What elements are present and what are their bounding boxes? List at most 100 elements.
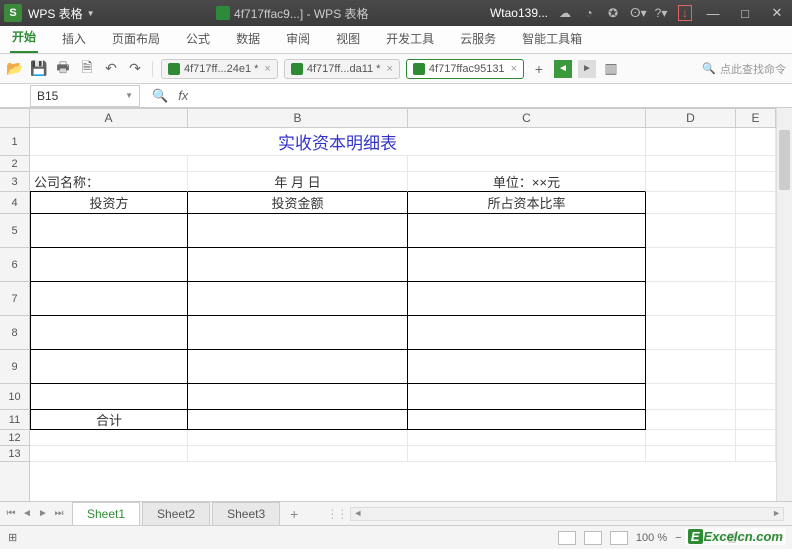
sheet-tab-2[interactable]: Sheet2 bbox=[142, 502, 210, 526]
col-header-c[interactable]: C bbox=[408, 109, 646, 127]
formula-input[interactable] bbox=[196, 85, 792, 107]
cell[interactable] bbox=[646, 192, 736, 214]
cell[interactable]: 合计 bbox=[30, 410, 188, 430]
cell[interactable]: 年 月 日 bbox=[188, 172, 408, 192]
cell[interactable] bbox=[736, 248, 776, 282]
cell[interactable] bbox=[188, 446, 408, 462]
sync-icon[interactable]: ⵙ▾ bbox=[630, 6, 644, 20]
scrollbar-thumb[interactable] bbox=[779, 130, 790, 190]
cell[interactable] bbox=[646, 384, 736, 410]
row-header-1[interactable]: 1 bbox=[0, 128, 29, 156]
cell[interactable]: 所占资本比率 bbox=[408, 192, 646, 214]
page-view-button[interactable] bbox=[584, 531, 602, 545]
zoom-label[interactable]: 100 % bbox=[636, 532, 667, 544]
redo-icon[interactable]: ↷ bbox=[126, 60, 144, 78]
cell[interactable] bbox=[408, 384, 646, 410]
cell[interactable] bbox=[30, 248, 188, 282]
zoom-out-button[interactable]: − bbox=[675, 532, 681, 544]
cell[interactable] bbox=[736, 128, 776, 156]
command-search[interactable]: 🔍 点此查找命令 bbox=[702, 61, 786, 77]
cell[interactable] bbox=[408, 446, 646, 462]
row-header-10[interactable]: 10 bbox=[0, 384, 29, 410]
cell[interactable] bbox=[30, 316, 188, 350]
skin-icon[interactable]: ◔ bbox=[582, 6, 596, 20]
cell[interactable] bbox=[736, 384, 776, 410]
chevron-down-icon[interactable]: ▼ bbox=[125, 91, 133, 100]
col-header-a[interactable]: A bbox=[30, 109, 188, 127]
tab-cloud[interactable]: 云服务 bbox=[458, 24, 498, 53]
cell[interactable] bbox=[408, 430, 646, 446]
feedback-icon[interactable]: ✪ bbox=[606, 6, 620, 20]
sheet-tab-1[interactable]: Sheet1 bbox=[72, 502, 140, 526]
cell[interactable] bbox=[408, 316, 646, 350]
open-icon[interactable]: 📂 bbox=[6, 60, 24, 78]
cell[interactable] bbox=[646, 410, 736, 430]
tab-next-button[interactable]: ► bbox=[578, 60, 596, 78]
help-icon[interactable]: ?▾ bbox=[654, 6, 668, 20]
cell[interactable] bbox=[30, 446, 188, 462]
cell[interactable] bbox=[408, 248, 646, 282]
cell[interactable] bbox=[408, 156, 646, 172]
cell[interactable] bbox=[188, 214, 408, 248]
cell[interactable] bbox=[30, 214, 188, 248]
col-header-b[interactable]: B bbox=[188, 109, 408, 127]
cell[interactable] bbox=[736, 430, 776, 446]
tab-smart-toolbox[interactable]: 智能工具箱 bbox=[520, 24, 584, 53]
row-header-12[interactable]: 12 bbox=[0, 430, 29, 446]
app-menu-dropdown-icon[interactable]: ▼ bbox=[87, 9, 95, 18]
exit-icon[interactable]: ↓ bbox=[678, 5, 692, 21]
row-header-11[interactable]: 11 bbox=[0, 410, 29, 430]
view-mode-icon[interactable]: ⊞ bbox=[8, 531, 17, 544]
cell[interactable] bbox=[408, 282, 646, 316]
cell[interactable] bbox=[646, 214, 736, 248]
row-header-5[interactable]: 5 bbox=[0, 214, 29, 248]
cell[interactable] bbox=[30, 384, 188, 410]
cell[interactable] bbox=[408, 214, 646, 248]
print-icon[interactable]: 🖶 bbox=[54, 60, 72, 78]
row-header-13[interactable]: 13 bbox=[0, 446, 29, 462]
cell[interactable] bbox=[188, 248, 408, 282]
cell[interactable] bbox=[646, 248, 736, 282]
cell[interactable] bbox=[646, 350, 736, 384]
cell[interactable] bbox=[646, 172, 736, 192]
tab-page-layout[interactable]: 页面布局 bbox=[110, 24, 162, 53]
cell[interactable] bbox=[736, 410, 776, 430]
sheet-next-icon[interactable]: ► bbox=[36, 507, 50, 521]
cell[interactable] bbox=[30, 156, 188, 172]
row-header-9[interactable]: 9 bbox=[0, 350, 29, 384]
undo-icon[interactable]: ↶ bbox=[102, 60, 120, 78]
tab-list-icon[interactable]: ▥ bbox=[602, 60, 620, 78]
maximize-button[interactable]: □ bbox=[734, 2, 756, 24]
doc-tab-2[interactable]: 4f717ff...da11 * × bbox=[284, 59, 400, 79]
cell[interactable] bbox=[646, 156, 736, 172]
row-header-4[interactable]: 4 bbox=[0, 192, 29, 214]
name-box[interactable]: B15 ▼ bbox=[30, 85, 140, 107]
normal-view-button[interactable] bbox=[558, 531, 576, 545]
row-header-6[interactable]: 6 bbox=[0, 248, 29, 282]
cell[interactable] bbox=[646, 282, 736, 316]
cell[interactable] bbox=[736, 192, 776, 214]
minimize-button[interactable]: — bbox=[702, 2, 724, 24]
cell[interactable]: 实收资本明细表 bbox=[30, 128, 646, 156]
cell[interactable] bbox=[736, 156, 776, 172]
doc-tab-1[interactable]: 4f717ff...24e1 * × bbox=[161, 59, 278, 79]
tab-start[interactable]: 开始 bbox=[10, 22, 38, 53]
tab-formula[interactable]: 公式 bbox=[184, 24, 212, 53]
cell[interactable]: 单位：××元 bbox=[408, 172, 646, 192]
cell[interactable] bbox=[736, 350, 776, 384]
cell[interactable] bbox=[30, 430, 188, 446]
splitter-grip[interactable]: ⋮⋮ bbox=[326, 507, 346, 521]
cell[interactable] bbox=[188, 430, 408, 446]
vertical-scrollbar[interactable] bbox=[776, 108, 792, 508]
sheet-tab-3[interactable]: Sheet3 bbox=[212, 502, 280, 526]
cell[interactable] bbox=[188, 156, 408, 172]
tab-review[interactable]: 审阅 bbox=[284, 24, 312, 53]
reading-view-button[interactable] bbox=[610, 531, 628, 545]
row-header-7[interactable]: 7 bbox=[0, 282, 29, 316]
close-icon[interactable]: × bbox=[264, 63, 270, 75]
cell[interactable] bbox=[408, 350, 646, 384]
cell[interactable] bbox=[188, 282, 408, 316]
print-preview-icon[interactable]: 🗎 bbox=[78, 60, 96, 78]
col-header-d[interactable]: D bbox=[646, 109, 736, 127]
row-header-2[interactable]: 2 bbox=[0, 156, 29, 172]
